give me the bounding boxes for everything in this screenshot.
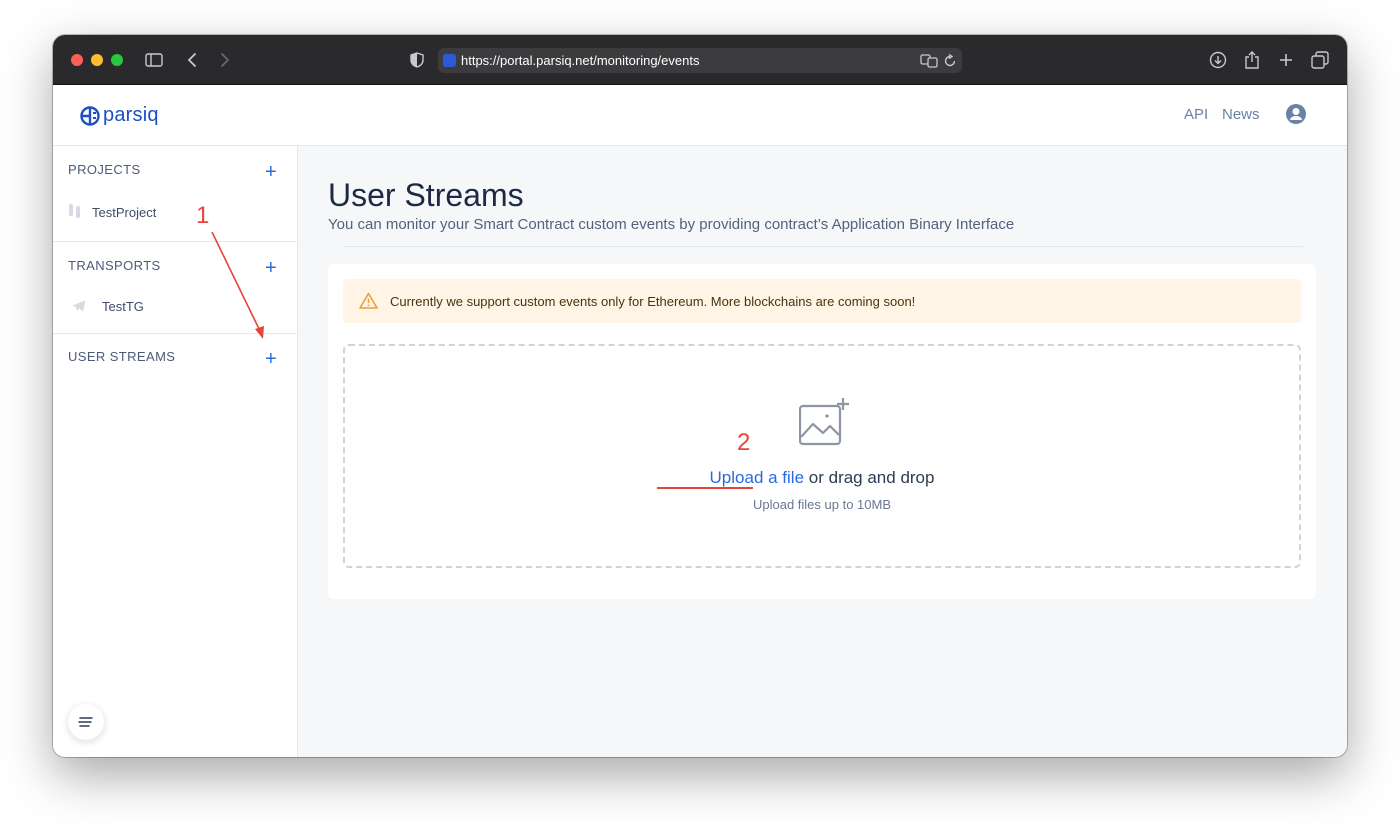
sidebar-item-label: TestTG: [102, 299, 144, 314]
tab-overview-icon[interactable]: [1309, 49, 1331, 71]
sidebar-toggle-icon[interactable]: [143, 49, 165, 71]
user-avatar-icon[interactable]: [1286, 104, 1306, 124]
site-favicon-icon: [443, 54, 456, 67]
upload-file-link[interactable]: Upload a file: [710, 468, 805, 487]
sidebar-item-label: TestProject: [92, 205, 157, 220]
warning-alert: Currently we support custom events only …: [343, 279, 1301, 323]
drag-and-drop-text: or drag and drop: [804, 468, 935, 487]
projects-section-title: PROJECTS: [68, 162, 141, 177]
dropzone-instructions: Upload a file or drag and drop: [345, 468, 1299, 488]
new-tab-icon[interactable]: [1275, 49, 1297, 71]
annotation-arrow: [211, 231, 264, 339]
reload-icon[interactable]: [939, 50, 961, 72]
address-bar-url: https://portal.parsiq.net/monitoring/eve…: [461, 53, 700, 68]
main-content: User Streams You can monitor your Smart …: [298, 146, 1347, 757]
add-user-stream-button[interactable]: +: [265, 349, 277, 369]
annotation-number-2: 2: [737, 429, 751, 456]
transports-section-title: TRANSPORTS: [68, 258, 161, 273]
image-upload-icon: [799, 398, 849, 446]
address-bar[interactable]: https://portal.parsiq.net/monitoring/eve…: [438, 48, 962, 73]
news-link[interactable]: News: [1222, 106, 1260, 123]
warning-alert-text: Currently we support custom events only …: [390, 294, 916, 309]
menu-lines-icon: [78, 717, 93, 727]
logo-text: parsiq: [103, 104, 159, 126]
annotation-underline: [657, 487, 753, 489]
upload-card: Currently we support custom events only …: [328, 264, 1316, 599]
app-header: parsiq API News: [53, 85, 1347, 146]
title-divider: [343, 246, 1303, 247]
downloads-icon[interactable]: [1207, 49, 1229, 71]
forward-icon[interactable]: [214, 49, 236, 71]
telegram-icon: [72, 300, 86, 312]
page-subtitle: You can monitor your Smart Contract cust…: [328, 216, 1015, 233]
back-icon[interactable]: [181, 49, 203, 71]
browser-toolbar: https://portal.parsiq.net/monitoring/eve…: [53, 35, 1347, 85]
project-icon: [69, 204, 80, 218]
page-title: User Streams: [328, 177, 524, 213]
minimize-window-button[interactable]: [91, 54, 103, 66]
parsiq-logo-icon: [80, 105, 100, 126]
privacy-shield-icon[interactable]: [406, 49, 428, 71]
user-streams-section-title: USER STREAMS: [68, 349, 176, 364]
translate-icon[interactable]: [918, 50, 940, 72]
file-dropzone[interactable]: Upload a file or drag and drop Upload fi…: [343, 344, 1301, 568]
browser-window: https://portal.parsiq.net/monitoring/eve…: [53, 35, 1347, 757]
warning-icon: [359, 292, 378, 309]
api-link[interactable]: API: [1184, 106, 1208, 123]
parsiq-logo[interactable]: parsiq: [80, 104, 159, 127]
upload-size-hint: Upload files up to 10MB: [752, 497, 892, 512]
share-icon[interactable]: [1241, 49, 1263, 71]
add-project-button[interactable]: +: [265, 162, 277, 182]
zoom-window-button[interactable]: [111, 54, 123, 66]
close-window-button[interactable]: [71, 54, 83, 66]
menu-button[interactable]: [68, 704, 104, 740]
